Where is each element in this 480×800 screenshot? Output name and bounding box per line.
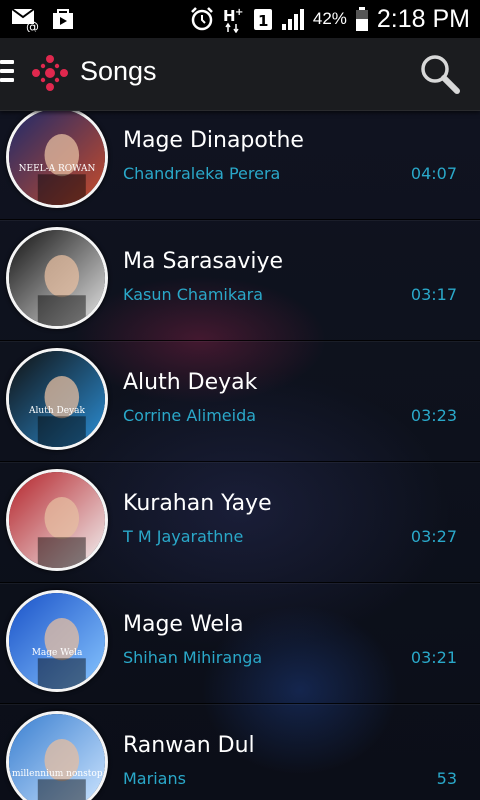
- album-art-caption: millennium nonstop: [12, 769, 102, 779]
- hplus-icon: H +: [223, 5, 245, 33]
- song-duration: 03:27: [410, 527, 457, 546]
- album-art-thumbnail: [6, 227, 108, 329]
- song-duration: 03:17: [410, 285, 457, 304]
- song-list[interactable]: NEEL-A ROWAN Mage Dinapothe Chandraleka Pe…: [0, 110, 480, 800]
- song-artist: Marians: [123, 769, 186, 788]
- song-list-item[interactable]: millennium nonstop Ranwan Dul Marians 53: [0, 703, 480, 800]
- song-duration: 03:23: [410, 406, 457, 425]
- song-list-item[interactable]: Kurahan Yaye T M Jayarathne 03:27: [0, 461, 480, 583]
- alarm-icon: [189, 6, 215, 32]
- bag-icon: [50, 6, 76, 32]
- svg-text:H: H: [223, 7, 236, 25]
- system-icons: H + 1 42% 2:18 PM: [189, 0, 470, 38]
- song-title: Kurahan Yaye: [123, 491, 272, 516]
- song-artist: Corrine Alimeida: [123, 406, 257, 425]
- sim-icon: 1: [253, 6, 273, 32]
- song-duration: 04:07: [410, 164, 457, 183]
- status-bar: @ H + 1 42% 2:18 PM: [0, 0, 480, 38]
- song-artist: Kasun Chamikara: [123, 285, 264, 304]
- song-artist: T M Jayarathne: [123, 527, 244, 546]
- song-list-item[interactable]: Ma Sarasaviye Kasun Chamikara 03:17: [0, 219, 480, 341]
- menu-icon[interactable]: [0, 60, 16, 86]
- song-title: Mage Dinapothe: [123, 128, 304, 153]
- song-duration: 03:21: [410, 648, 457, 667]
- app-logo-icon[interactable]: [30, 53, 70, 97]
- battery-icon: [355, 6, 369, 32]
- song-list-item[interactable]: Aluth Deyak Aluth Deyak Corrine Alimeida 03…: [0, 340, 480, 462]
- song-title: Aluth Deyak: [123, 370, 258, 395]
- song-title: Mage Wela: [123, 612, 244, 637]
- album-art-thumbnail: [6, 469, 108, 571]
- album-art-thumbnail: [6, 711, 108, 800]
- song-title: Ma Sarasaviye: [123, 249, 284, 274]
- action-bar: Songs: [0, 38, 480, 111]
- song-duration: 53: [436, 769, 457, 788]
- svg-text:+: +: [235, 7, 243, 18]
- email-icon: @: [10, 6, 40, 32]
- album-art-thumbnail: [6, 348, 108, 450]
- song-artist: Shihan Mihiranga: [123, 648, 263, 667]
- album-art-caption: NEEL-A ROWAN: [18, 164, 96, 174]
- notification-icons: @: [10, 6, 76, 32]
- song-list-item[interactable]: NEEL-A ROWAN Mage Dinapothe Chandraleka Pe…: [0, 110, 480, 220]
- song-artist: Chandraleka Perera: [123, 164, 281, 183]
- album-art-caption: Mage Wela: [31, 648, 83, 658]
- signal-icon: [281, 7, 305, 31]
- page-title: Songs: [80, 56, 157, 86]
- album-art-thumbnail: [6, 590, 108, 692]
- song-title: Ranwan Dul: [123, 733, 255, 758]
- album-art-thumbnail: [6, 110, 108, 208]
- album-art-caption: Aluth Deyak: [29, 406, 85, 416]
- song-list-item[interactable]: Mage Wela Mage Wela Shihan Mihiranga 03:21: [0, 582, 480, 704]
- clock: 2:18 PM: [376, 4, 470, 33]
- battery-percent: 42%: [312, 9, 347, 28]
- svg-text:@: @: [26, 20, 39, 32]
- sim-slot-label: 1: [258, 12, 268, 30]
- search-icon[interactable]: [418, 52, 462, 100]
